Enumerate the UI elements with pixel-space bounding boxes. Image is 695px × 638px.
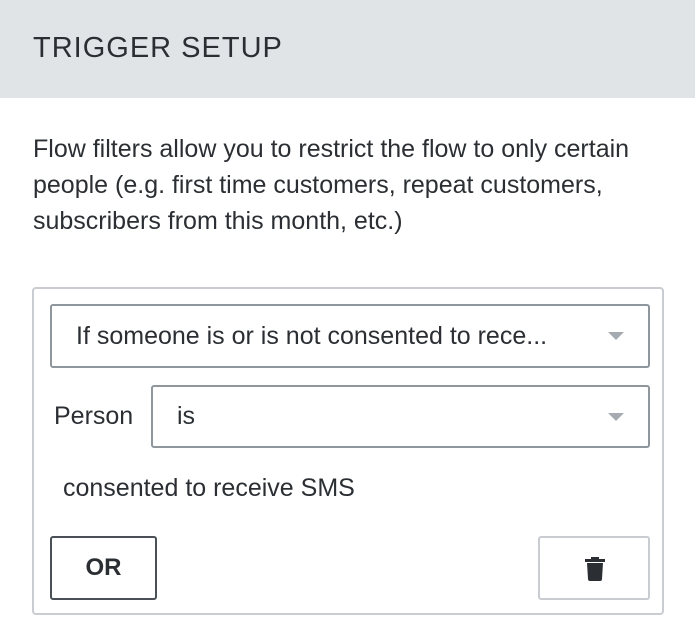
- person-label: Person: [54, 402, 134, 430]
- condition-select[interactable]: If someone is or is not consented to rec…: [50, 304, 650, 368]
- delete-filter-button[interactable]: [538, 536, 650, 600]
- operator-select[interactable]: is: [151, 385, 650, 448]
- header-title: TRIGGER SETUP: [33, 32, 283, 64]
- trigger-setup-header: TRIGGER SETUP: [0, 0, 695, 98]
- flow-filter-description: Flow filters allow you to restrict the f…: [33, 135, 630, 235]
- condition-select-value: If someone is or is not consented to rec…: [76, 322, 548, 350]
- trash-icon: [585, 557, 605, 581]
- consent-condition-text: consented to receive SMS: [63, 474, 355, 502]
- chevron-down-icon: [608, 332, 624, 340]
- or-button[interactable]: OR: [50, 536, 157, 600]
- chevron-down-icon: [608, 413, 624, 421]
- operator-select-value: is: [177, 402, 196, 430]
